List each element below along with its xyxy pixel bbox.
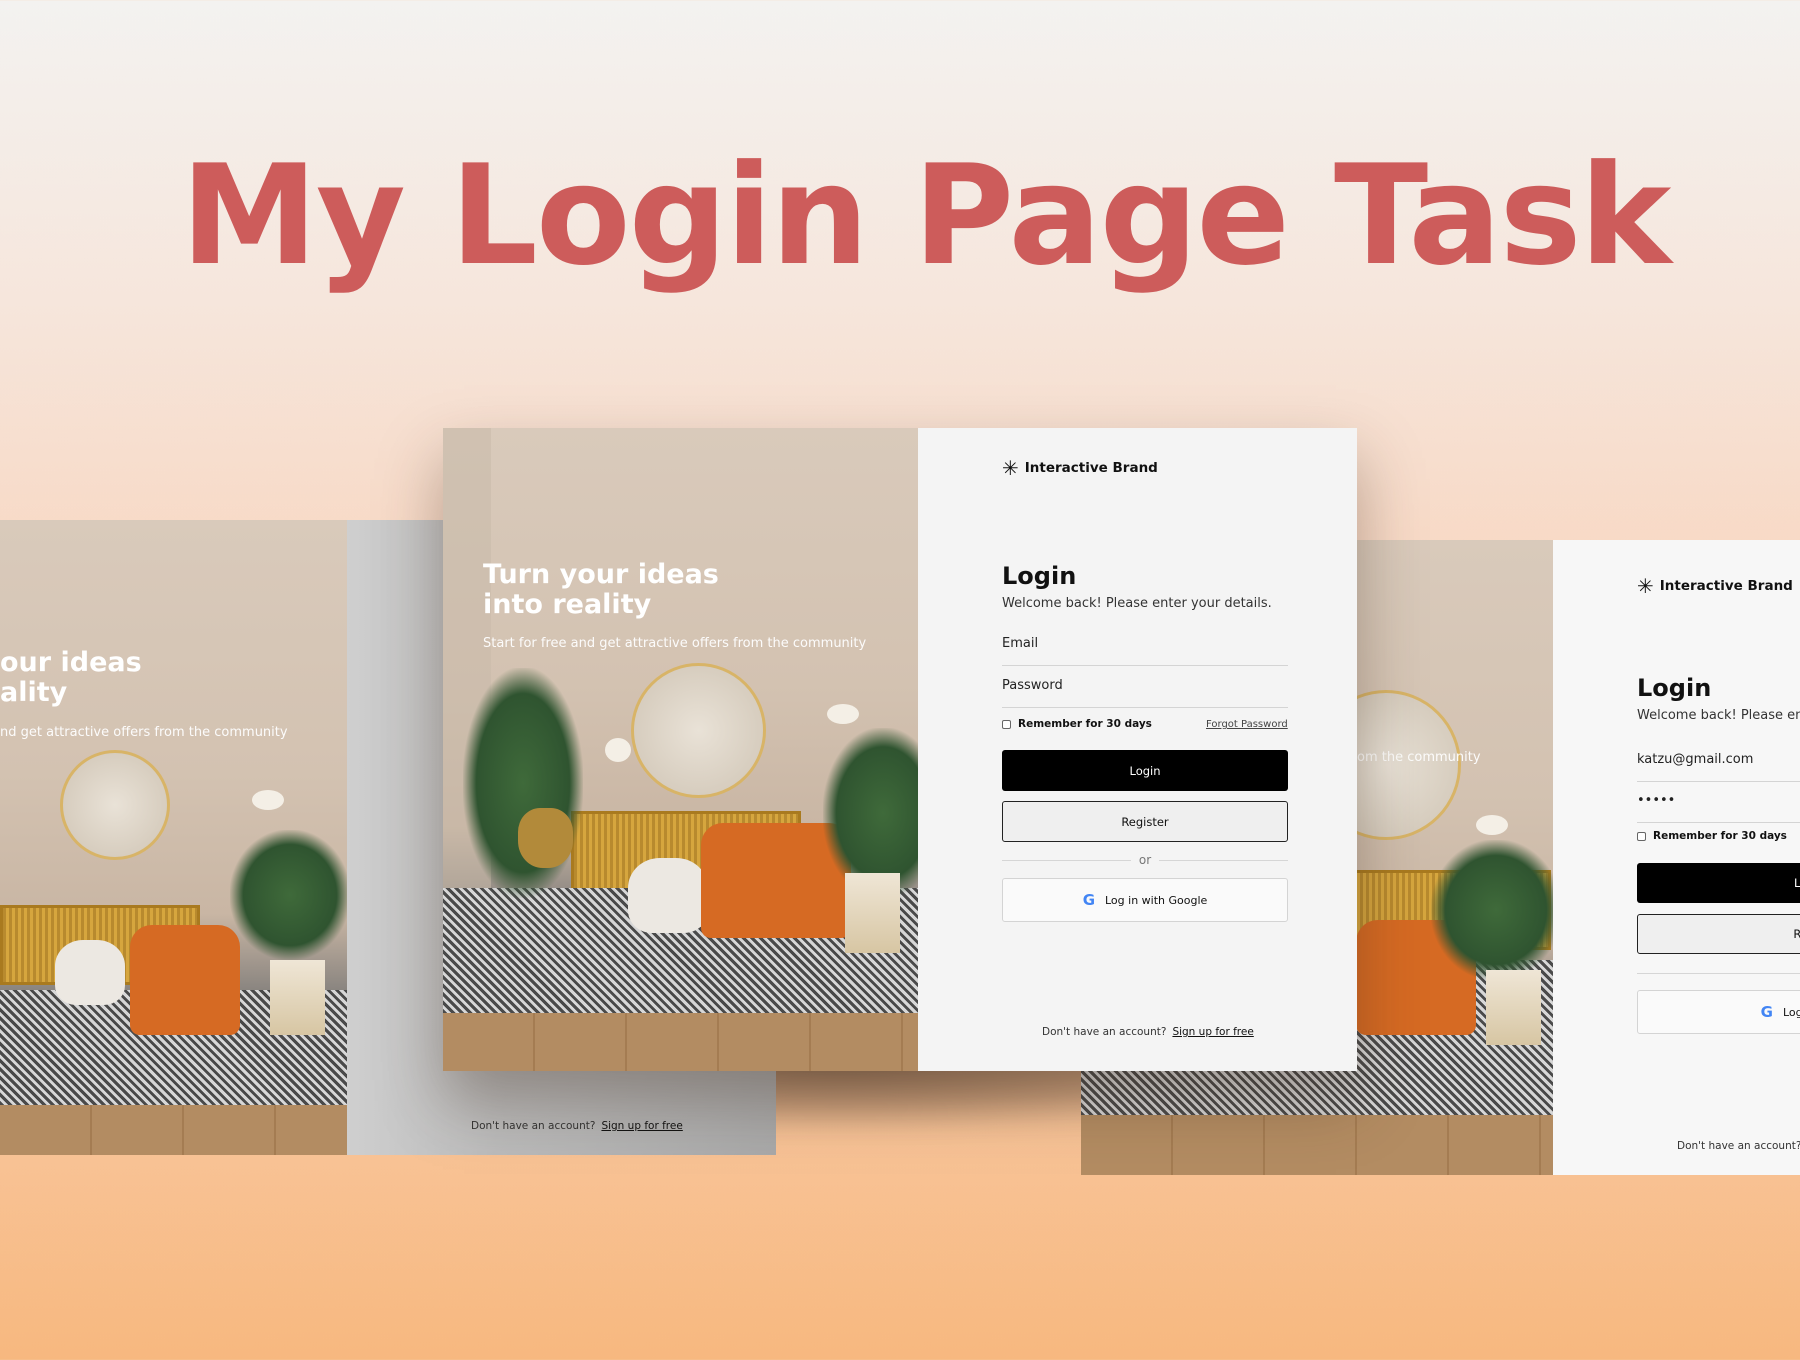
pouf: [55, 940, 125, 1005]
wall-lamp: [1476, 815, 1508, 835]
tagline-sub: Start for free and get attractive offers…: [483, 636, 867, 651]
asterisk-icon: ✳: [1002, 456, 1019, 480]
divider-line: [1637, 972, 1800, 974]
brand-name: Interactive Brand: [1659, 578, 1793, 594]
plinth: [270, 960, 325, 1035]
armchair: [130, 925, 240, 1035]
login-form: ✳ Interactive Brand Login Welcome back! …: [918, 428, 1357, 1071]
welcome-text: Welcome back! Please enter your details.: [1002, 596, 1272, 611]
google-icon: G: [1760, 1003, 1773, 1021]
gold-pot: [518, 808, 573, 868]
page-title: My Login Page Task: [180, 135, 1672, 296]
google-login-button[interactable]: G Log in wit: [1637, 990, 1800, 1034]
remember-label: Remember for 30 days: [1653, 830, 1787, 842]
room-illustration: [0, 520, 347, 1155]
or-divider: or: [1637, 966, 1800, 980]
signup-footer: Don't have an account? Sign up for free: [471, 1120, 683, 1132]
wall-lamp: [827, 704, 859, 724]
plant: [1431, 840, 1553, 980]
divider-line: [1002, 859, 1131, 861]
email-field[interactable]: katzu@gmail.com: [1637, 752, 1800, 782]
or-divider: or: [1002, 853, 1288, 867]
brand: ✳ Interactive Brand: [1002, 458, 1158, 478]
tagline-line-1: our ideas: [0, 647, 142, 678]
register-button[interactable]: Registe: [1637, 914, 1800, 954]
asterisk-icon: ✳: [1637, 574, 1654, 598]
password-field[interactable]: •••••: [1637, 793, 1800, 823]
plant: [230, 830, 347, 960]
google-button-label: Log in with Google: [1105, 893, 1208, 907]
login-mockup-main: Turn your ideas into reality Start for f…: [443, 428, 1357, 1071]
email-input[interactable]: Email: [1002, 636, 1288, 666]
divider-line: [1159, 859, 1288, 861]
login-heading: Login: [1637, 674, 1712, 702]
tagline-line-1: Turn your ideas: [483, 559, 719, 590]
floor: [0, 1105, 347, 1155]
remember-me[interactable]: Remember for 30 days: [1637, 830, 1787, 842]
wall-lamp: [252, 790, 284, 810]
tagline-line-2: into reality: [483, 589, 652, 621]
signup-link[interactable]: Sign up for free: [1172, 1026, 1253, 1038]
google-login-button[interactable]: G Log in with Google: [1002, 878, 1288, 922]
pouf: [628, 858, 708, 933]
floor: [443, 1013, 918, 1071]
mirror: [631, 663, 766, 798]
tagline-heading: Turn your ideas into reality: [483, 559, 719, 621]
password-input[interactable]: Password: [1002, 678, 1288, 708]
register-button[interactable]: Register: [1002, 801, 1288, 842]
brand: ✳ Interactive Brand: [1637, 576, 1793, 596]
tagline-heading: our ideas ality: [0, 647, 142, 709]
signup-footer: Don't have an account? Sign up for free: [1042, 1026, 1254, 1038]
login-button[interactable]: Login: [1637, 863, 1800, 903]
tagline-line-2: ality: [0, 677, 68, 709]
signup-link[interactable]: Sign up for free: [601, 1120, 682, 1132]
interior-photo: our ideas ality nd get attractive offers…: [0, 520, 347, 1155]
login-button[interactable]: Login: [1002, 750, 1288, 791]
table-lamp: [605, 738, 631, 762]
plant-left: [463, 668, 583, 898]
google-icon: G: [1082, 891, 1095, 909]
plinth: [1486, 970, 1541, 1045]
login-form-right: ✳ Interactive Brand Login Welcome back! …: [1553, 540, 1800, 1175]
login-heading: Login: [1002, 562, 1077, 590]
floor: [1081, 1115, 1553, 1175]
remember-checkbox[interactable]: [1637, 831, 1646, 841]
signup-footer: Don't have an account?: [1677, 1140, 1800, 1152]
welcome-text: Welcome back! Please en: [1637, 708, 1800, 723]
plinth: [845, 873, 900, 953]
or-label: or: [1138, 853, 1152, 867]
google-button-label: Log in wit: [1782, 1005, 1800, 1019]
remember-me[interactable]: Remember for 30 days: [1002, 718, 1152, 730]
tagline-sub: nd get attractive offers from the commun…: [0, 725, 288, 740]
tagline-sub: om the community: [1357, 750, 1481, 765]
forgot-password-link[interactable]: Forgot Password: [1206, 719, 1288, 730]
remember-label: Remember for 30 days: [1018, 718, 1152, 730]
interior-photo: Turn your ideas into reality Start for f…: [443, 428, 918, 1071]
room-illustration: [443, 428, 918, 1071]
footer-text: Don't have an account?: [471, 1120, 596, 1132]
brand-name: Interactive Brand: [1024, 460, 1158, 476]
remember-checkbox[interactable]: [1002, 719, 1011, 729]
mirror: [60, 750, 170, 860]
footer-text: Don't have an account?: [1042, 1026, 1167, 1038]
